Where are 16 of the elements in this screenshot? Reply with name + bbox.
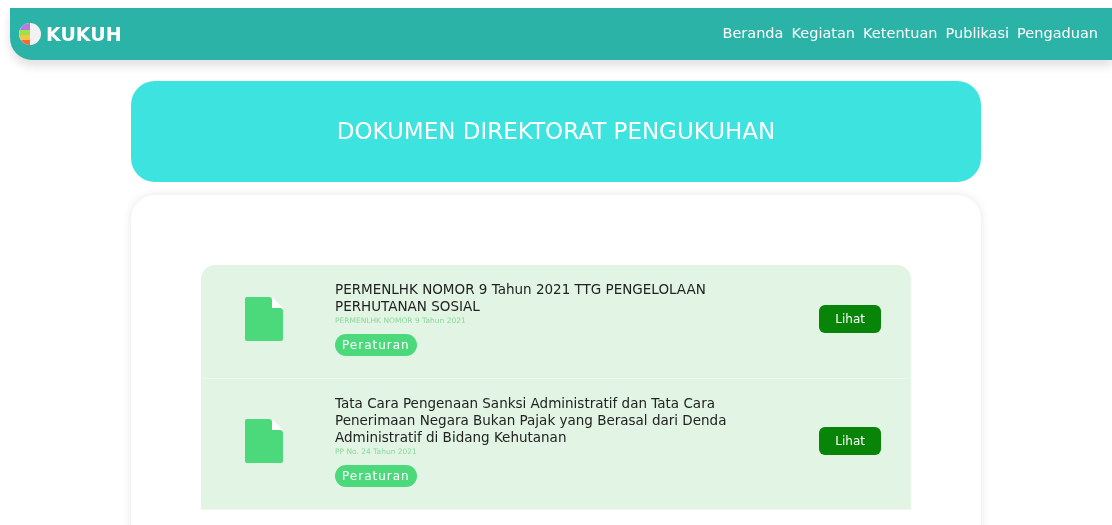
- nav-link[interactable]: Pengaduan: [1017, 23, 1098, 45]
- view-button[interactable]: Lihat: [819, 304, 881, 333]
- category-tag: Peraturan: [335, 464, 417, 487]
- logo-icon: [18, 22, 42, 46]
- nav-link[interactable]: Beranda: [722, 23, 784, 45]
- nav-link[interactable]: Ketentuan: [863, 23, 938, 45]
- document-title: Tata Cara Pengenaan Sanksi Administratif dan Tata Cara Penerimaan Negara Bukan Pajak yang Berasal dari Denda Administratif di Bidang Kehutanan: [335, 395, 728, 446]
- nav-link[interactable]: Publikasi: [945, 23, 1010, 45]
- brand-name[interactable]: KUKUH: [46, 19, 122, 49]
- document-icon: [245, 418, 283, 463]
- view-button[interactable]: Lihat: [819, 426, 881, 455]
- heading-text: DOKUMEN DIREKTORAT PENGUKUHAN: [336, 117, 776, 147]
- document-icon: [245, 296, 283, 341]
- nav-link[interactable]: Kegiatan: [791, 23, 856, 45]
- category-tag: Peraturan: [335, 334, 417, 356]
- document-title: PERMENLHK NOMOR 9 Tahun 2021 TTG PENGELOLAAN PERHUTANAN SOSIAL: [335, 281, 707, 315]
